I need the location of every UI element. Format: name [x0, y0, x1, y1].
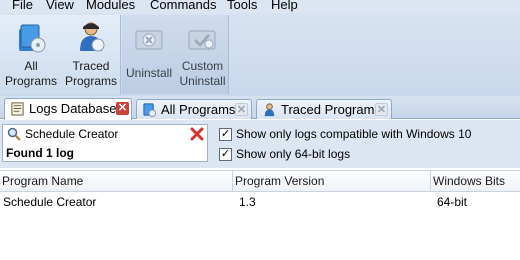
close-icon[interactable]: ✕ [235, 103, 248, 116]
all-programs-icon [19, 24, 46, 53]
column-windows-bits[interactable]: Windows Bits [431, 171, 520, 192]
all-programs-label: All Programs [4, 59, 57, 88]
column-program-name[interactable]: Program Name [0, 171, 233, 192]
all-programs-tab-icon [143, 103, 157, 117]
filter-panel: Schedule Creator Found 1 log ✓ Show only… [0, 120, 520, 168]
tab-traced-programs[interactable]: Traced Programs ✕ [256, 99, 392, 119]
search-icon [7, 127, 21, 141]
tab-all-programs-label: All Programs [161, 102, 236, 117]
checkbox-checked-icon[interactable]: ✓ [219, 128, 232, 141]
programs-group: All Programs Traced Programs [0, 15, 121, 94]
menu-tools[interactable]: Tools [227, 0, 257, 13]
uninstall-icon [135, 30, 163, 50]
cell-windows-bits: 64-bit [437, 195, 468, 209]
found-count-text: Found 1 log [6, 146, 74, 160]
traced-programs-icon [80, 22, 105, 52]
menu-file[interactable]: File [12, 0, 33, 13]
checkbox-checked-icon[interactable]: ✓ [219, 148, 232, 161]
traced-programs-label: Traced Programs [64, 59, 117, 88]
tab-traced-programs-label: Traced Programs [281, 102, 381, 117]
win10-only-label: Show only logs compatible with Windows 1… [236, 127, 472, 141]
cell-program-version: 1.3 [239, 195, 256, 209]
menu-bar: File View Modules Commands Tools Help [0, 0, 520, 13]
cell-program-name: Schedule Creator [3, 195, 97, 209]
table-row[interactable]: Schedule Creator 1.3 64-bit [0, 193, 520, 211]
uninstall-label: Uninstall [125, 66, 173, 80]
menu-help[interactable]: Help [271, 0, 298, 13]
search-input[interactable]: Schedule Creator Found 1 log [2, 124, 208, 162]
custom-uninstall-button[interactable]: Custom Uninstall [176, 15, 229, 94]
all-programs-button[interactable]: All Programs [0, 15, 62, 94]
menu-commands[interactable]: Commands [150, 0, 216, 13]
search-value: Schedule Creator [25, 127, 119, 141]
menu-modules[interactable]: Modules [86, 0, 135, 13]
close-icon[interactable]: ✕ [375, 103, 388, 116]
64bit-only-label: Show only 64-bit logs [236, 147, 351, 161]
column-program-version[interactable]: Program Version [233, 171, 431, 192]
tab-all-programs[interactable]: All Programs ✕ [136, 99, 252, 119]
tab-logs-database-label: Logs Database [29, 101, 117, 116]
traced-programs-tab-icon [264, 103, 275, 117]
custom-uninstall-label: Custom Uninstall [179, 59, 226, 88]
close-icon[interactable]: ✕ [116, 102, 129, 115]
ribbon-toolbar: All Programs Traced Programs Uninstall C… [0, 13, 520, 96]
uninstall-button[interactable]: Uninstall [122, 15, 176, 94]
table-body: Schedule Creator 1.3 64-bit [0, 193, 520, 260]
uninstall-group: Uninstall Custom Uninstall [122, 15, 229, 94]
table-header: Program Name Program Version Windows Bit… [0, 170, 520, 192]
64bit-only-checkbox[interactable]: ✓ Show only 64-bit logs [219, 147, 359, 163]
custom-uninstall-icon [188, 30, 216, 50]
menu-view[interactable]: View [46, 0, 74, 13]
tab-logs-database[interactable]: Logs Database ✕ [4, 98, 132, 120]
clear-search-icon[interactable] [189, 126, 205, 142]
logs-database-icon [11, 102, 24, 116]
traced-programs-button[interactable]: Traced Programs [62, 15, 120, 94]
tab-strip: Logs Database ✕ All Programs ✕ Traced Pr… [0, 96, 520, 120]
win10-only-checkbox[interactable]: ✓ Show only logs compatible with Windows… [219, 127, 471, 143]
